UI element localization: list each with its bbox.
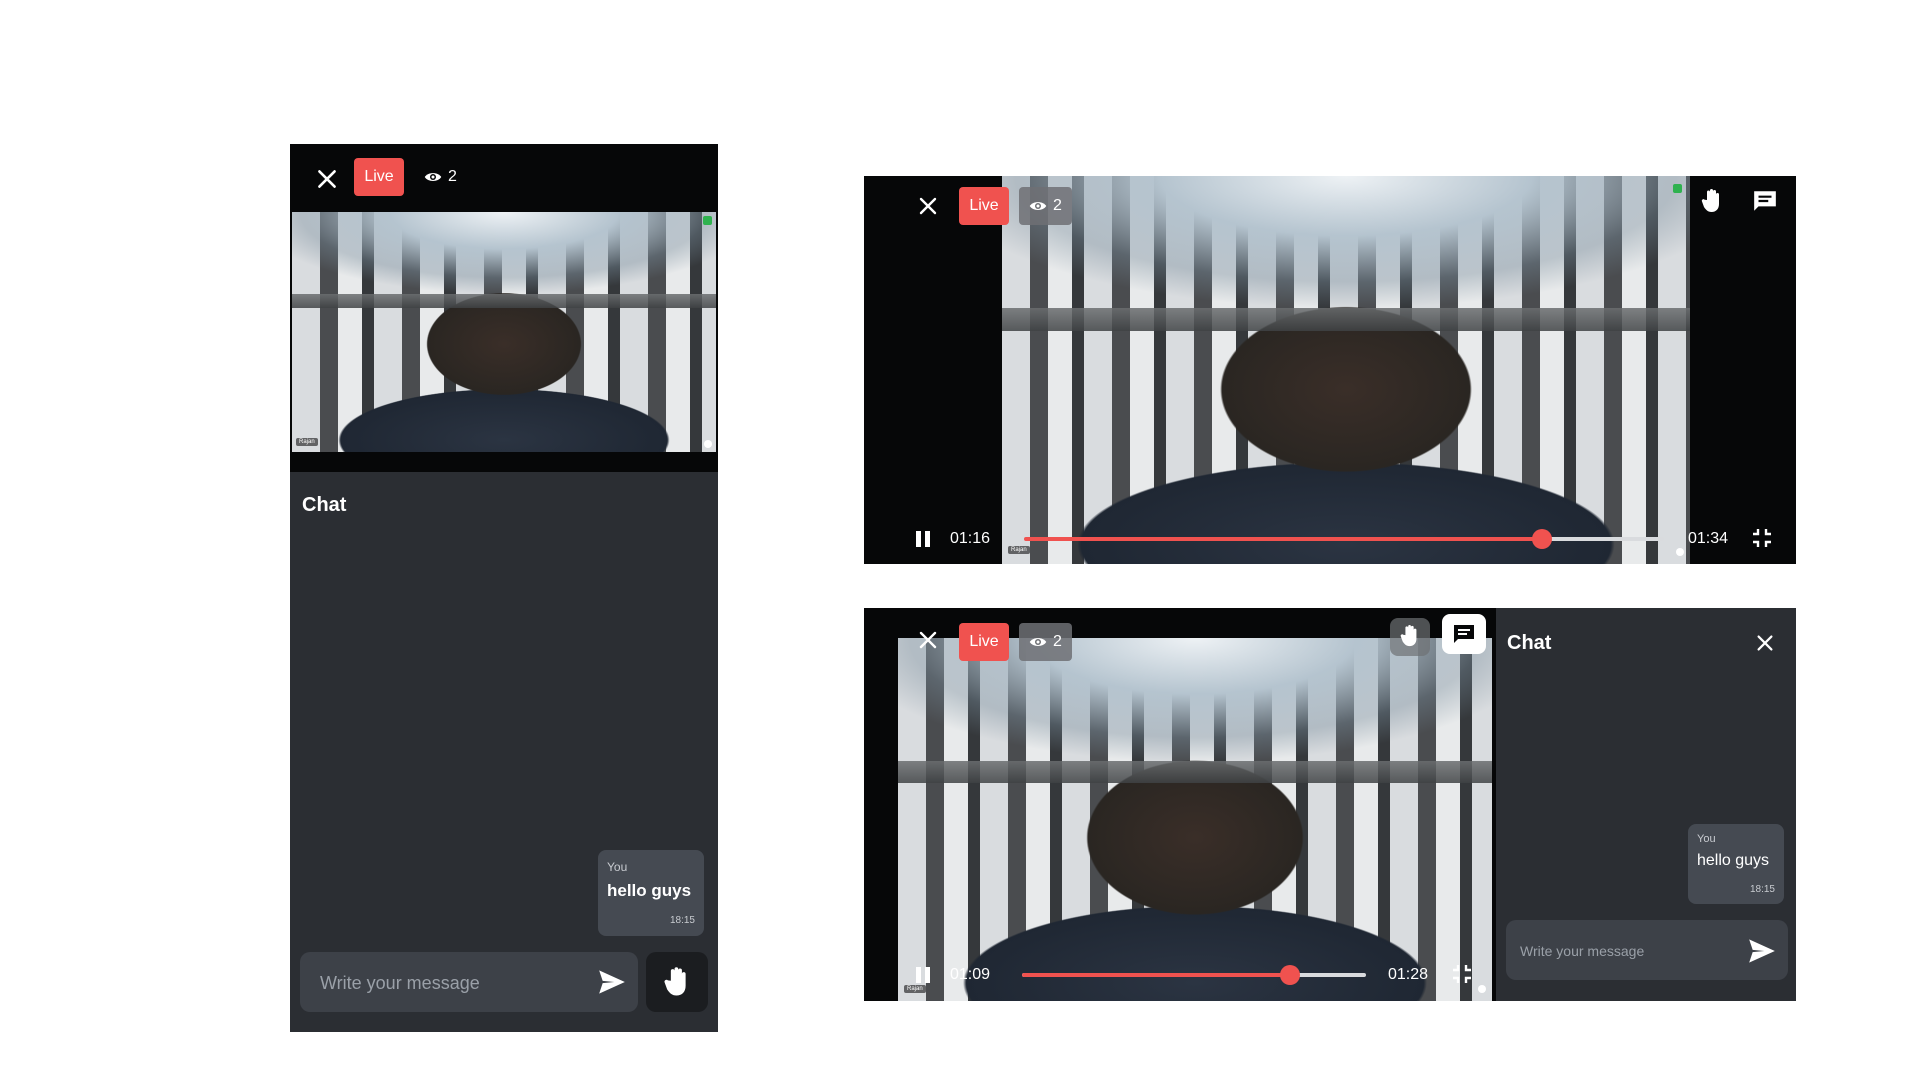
close-chat-button[interactable] (1754, 632, 1776, 654)
split-view: Rajan Live 2 01:09 01:28 Chat You hello … (864, 608, 1796, 1001)
live-badge: Live (959, 187, 1009, 225)
message-time: 18:15 (669, 915, 695, 926)
seek-progress (1022, 973, 1291, 977)
close-button[interactable] (916, 628, 940, 652)
send-icon (599, 970, 625, 994)
exit-fullscreen-button[interactable] (1452, 964, 1474, 986)
eye-icon (1029, 202, 1047, 210)
close-button[interactable] (916, 194, 940, 218)
mic-status-icon (704, 440, 712, 448)
send-button[interactable] (1748, 938, 1776, 964)
fullscreen-view: Rajan Live 2 01:16 01:34 (864, 176, 1796, 564)
signal-icon (1673, 184, 1682, 193)
live-badge: Live (959, 623, 1009, 661)
viewer-count-value: 2 (448, 168, 457, 185)
message-input[interactable] (1518, 920, 1742, 982)
raise-hand-button[interactable] (1700, 188, 1728, 218)
chat-title: Chat (1507, 632, 1552, 654)
message-input[interactable] (318, 952, 582, 1014)
live-video[interactable]: Rajan (292, 212, 716, 452)
seek-bar[interactable] (1022, 965, 1366, 985)
exit-fullscreen-icon (1453, 965, 1471, 983)
message-text: hello guys (607, 881, 692, 900)
seek-bar[interactable] (1024, 529, 1664, 549)
mic-status-icon (1478, 985, 1486, 993)
mic-status-icon (1676, 548, 1684, 556)
message-input-box (300, 952, 638, 1014)
chat-icon (1754, 191, 1776, 211)
eye-icon (1029, 638, 1047, 646)
chat-panel: Chat You hello guys 18:15 (290, 472, 718, 1032)
eye-icon (424, 173, 442, 181)
raise-hand-button[interactable] (1390, 618, 1430, 656)
viewer-count: 2 (1019, 623, 1072, 661)
message-sender: You (1697, 833, 1716, 845)
viewer-count-value: 2 (1053, 633, 1062, 650)
elapsed-time: 01:09 (950, 966, 991, 983)
raise-hand-icon (1400, 625, 1417, 647)
close-icon (919, 631, 937, 649)
participant-name-tag: Rajan (904, 985, 926, 993)
send-icon (1749, 939, 1775, 963)
pause-icon (916, 531, 930, 547)
participant-name-tag: Rajan (1008, 546, 1030, 554)
raise-hand-icon (1701, 189, 1719, 212)
chat-icon (1454, 625, 1474, 643)
viewer-count: 2 (424, 164, 457, 190)
live-badge: Live (354, 158, 404, 196)
pause-button[interactable] (914, 530, 932, 548)
viewer-count: 2 (1019, 187, 1072, 225)
message-sender: You (607, 860, 628, 874)
viewer-count-value: 2 (1053, 197, 1062, 214)
close-icon (318, 170, 336, 188)
close-icon (1757, 635, 1773, 651)
raise-hand-button[interactable] (646, 952, 708, 1012)
elapsed-time: 01:16 (950, 530, 991, 547)
chat-panel: Chat You hello guys 18:15 (1496, 608, 1796, 1001)
chat-message: You hello guys 18:15 (598, 850, 704, 936)
pause-icon (916, 967, 930, 983)
seek-progress (1024, 537, 1543, 541)
signal-icon (703, 216, 712, 225)
close-button[interactable] (314, 166, 340, 192)
message-time: 18:15 (1749, 884, 1775, 895)
exit-fullscreen-button[interactable] (1752, 528, 1774, 550)
raise-hand-icon (664, 967, 686, 996)
chat-message: You hello guys 18:15 (1688, 824, 1784, 904)
total-time: 01:34 (1688, 530, 1729, 547)
participant-name-tag: Rajan (296, 438, 318, 446)
pause-button[interactable] (914, 966, 932, 984)
chat-title: Chat (302, 494, 347, 516)
total-time: 01:28 (1388, 966, 1429, 983)
exit-fullscreen-icon (1753, 529, 1771, 547)
live-video[interactable]: Rajan (898, 638, 1492, 1001)
chat-toggle-button[interactable] (1752, 188, 1780, 216)
send-button[interactable] (598, 969, 626, 995)
close-icon (919, 197, 937, 215)
message-input-box (1506, 920, 1788, 982)
mobile-view: Live 2 Rajan Chat You hello guys 18:15 (290, 144, 718, 1032)
chat-toggle-button[interactable] (1442, 614, 1486, 654)
live-video[interactable]: Rajan (1002, 176, 1690, 564)
message-text: hello guys (1697, 852, 1770, 869)
